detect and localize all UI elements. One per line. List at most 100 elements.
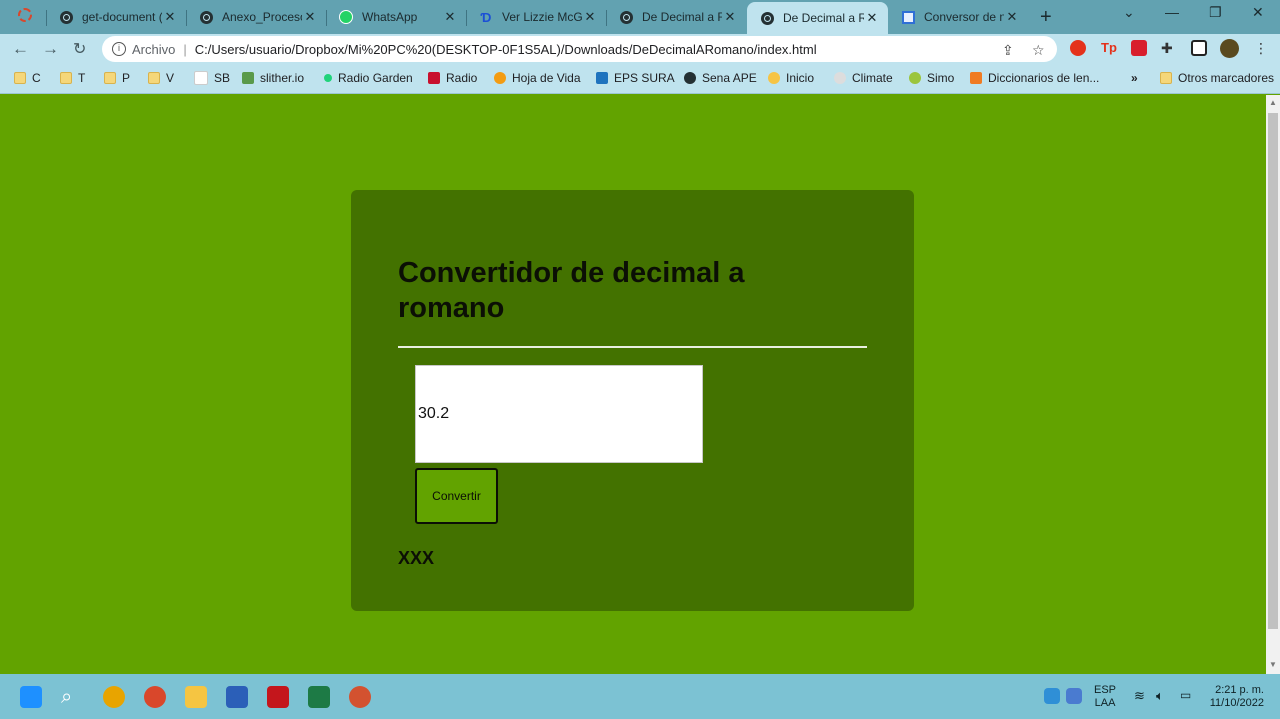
bookmark-item[interactable]: C [14,71,41,85]
radio-r-icon [428,72,440,84]
mendeley-icon[interactable] [267,686,289,708]
extension-tp-icon[interactable]: Tp [1101,40,1117,56]
menu-kebab-icon[interactable]: ⋮ [1254,40,1268,57]
convert-button[interactable]: Convertir [415,468,498,524]
bookmark-label: Inicio [786,71,815,85]
windows-start-icon[interactable] [20,686,42,708]
bookmark-label: T [78,71,86,85]
bookmark-label: Simo [927,71,955,85]
bookmark-label: Diccionarios de len... [988,71,1100,85]
scroll-down-arrow-icon[interactable]: ▼ [1269,660,1277,669]
tab-de-decimal-active[interactable]: De Decimal a Rc ✕ [747,2,888,34]
bookmark-star-icon[interactable]: ☆ [1032,42,1045,59]
tab-whatsapp[interactable]: WhatsApp ✕ [326,2,466,32]
bookmark-item[interactable]: EPS SURA [596,71,675,85]
tab-title: De Decimal a Rc [783,11,864,25]
search-icon[interactable]: ⌕ [61,686,83,708]
extension-mendeley-icon[interactable] [1131,40,1147,56]
new-tab-button[interactable]: + [1040,6,1052,29]
close-icon[interactable]: ✕ [722,9,738,25]
bookmark-item[interactable]: Diccionarios de len... [970,71,1099,85]
folder-icon [1160,72,1172,84]
tab-de-decimal-1[interactable]: De Decimal a Rc ✕ [606,2,746,32]
bookmark-item[interactable]: P [104,71,130,85]
close-icon[interactable]: ✕ [442,9,458,25]
tab-anexo-proceso[interactable]: Anexo_Proceso ✕ [186,2,326,32]
side-panel-icon[interactable] [1191,40,1207,56]
tab-ver-lizzie[interactable]: Ɗ Ver Lizzie McGu ✕ [466,2,606,32]
bookmark-item[interactable]: Inicio [768,71,814,85]
folder-icon [14,72,26,84]
tab-get-document[interactable]: get-document ( ✕ [46,2,186,32]
bookmark-item[interactable]: V [148,71,174,85]
globe-icon [759,10,775,26]
bookmark-item[interactable]: Sena APE [684,71,757,85]
bookmark-item[interactable]: slither.io [242,71,304,85]
tab-separator [606,10,607,26]
bookmark-item[interactable]: Climate [834,71,893,85]
minimize-button[interactable]: — [1165,4,1179,20]
bookmark-label: Radio Garden [338,71,413,85]
tab-title: get-document ( [82,10,162,24]
restore-button[interactable]: ❐ [1209,4,1222,21]
tab-list-icon[interactable]: ⌄ [1123,4,1135,21]
tab-title: WhatsApp [362,10,418,24]
scrollbar-thumb[interactable] [1268,113,1278,629]
slither-icon [242,72,254,84]
bookmark-item[interactable]: Radio [428,71,477,85]
url-text[interactable]: C:/Users/usuario/Dropbox/Mi%20PC%20(DESK… [195,42,817,57]
address-bar[interactable]: i Archivo | C:/Users/usuario/Dropbox/Mi%… [102,36,1057,62]
bookmark-item[interactable]: T [60,71,85,85]
decimal-input[interactable] [415,365,703,463]
bookmarks-overflow-button[interactable]: » [1131,71,1138,85]
battery-icon[interactable]: ▭ [1180,689,1191,702]
back-arrow-icon[interactable]: ← [12,39,29,59]
bookmark-item[interactable]: Hoja de Vida [494,71,581,85]
file-explorer-icon[interactable] [185,686,207,708]
word-icon[interactable] [226,686,248,708]
other-bookmarks[interactable]: Otros marcadores [1160,71,1274,85]
close-icon[interactable]: ✕ [582,9,598,25]
bookmark-label: Radio [446,71,478,85]
tab-conversor[interactable]: Conversor de nu ✕ [888,2,1028,32]
bookmark-item[interactable]: Simo [909,71,954,85]
powerpoint-icon[interactable] [349,686,371,708]
excel-icon[interactable] [308,686,330,708]
close-icon[interactable]: ✕ [1004,9,1020,25]
close-icon[interactable]: ✕ [162,9,178,25]
page-title: Convertidor de decimal a romano [398,257,745,324]
extensions-puzzle-icon[interactable]: ✚ [1161,40,1177,56]
extension-icon[interactable] [1070,40,1086,56]
time-text: 2:21 p. m. [1215,684,1264,696]
close-icon[interactable]: ✕ [302,9,318,25]
scrollbar[interactable]: ▲ ▼ [1266,95,1280,674]
info-icon[interactable]: i [112,42,126,56]
share-icon[interactable]: ⇪ [1002,42,1014,59]
forward-arrow-icon[interactable]: → [42,39,59,59]
avatar[interactable] [1220,39,1239,58]
app-tray-icon[interactable] [1066,688,1082,704]
bookmark-item[interactable]: SB [194,71,230,85]
reload-icon[interactable]: ↻ [73,39,86,59]
chrome-profile-icon[interactable] [144,686,166,708]
bookmark-label: V [166,71,175,85]
tab-separator [466,10,467,26]
bookmark-item[interactable]: Radio Garden [324,71,413,85]
folder-icon [104,72,116,84]
language-code: ESP [1094,684,1117,696]
chrome-icon[interactable] [103,686,125,708]
clock[interactable]: 2:21 p. m. 11/10/2022 [1204,684,1264,710]
sync-icon[interactable] [1044,688,1060,704]
bookmark-label: Climate [852,71,893,85]
close-window-button[interactable]: ✕ [1252,4,1264,21]
close-icon[interactable]: ✕ [864,10,880,26]
tab-search-icon[interactable] [18,8,32,22]
volume-icon[interactable]: 🔈︎ [1156,689,1164,702]
tab-separator [186,10,187,26]
language-indicator[interactable]: ESP LAA [1094,684,1116,710]
scroll-up-arrow-icon[interactable]: ▲ [1269,98,1277,107]
wifi-icon[interactable]: ≋ [1134,689,1145,702]
climate-icon [834,72,846,84]
globe-icon [58,9,74,25]
weather-icon [768,72,780,84]
